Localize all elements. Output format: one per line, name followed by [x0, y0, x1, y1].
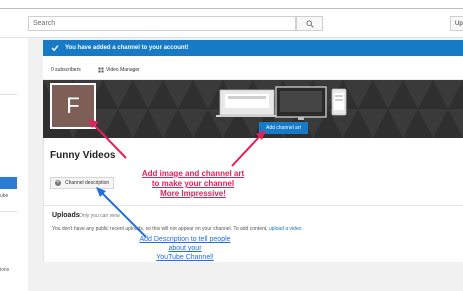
annotation-line: Add image and channel art — [141, 169, 245, 178]
sidebar-item-selected[interactable] — [0, 177, 17, 189]
top-edge-line — [0, 8, 463, 9]
annotation-description: Add Description to tell people about you… — [120, 235, 250, 262]
sidebar: ube ions — [0, 38, 17, 291]
annotation-line: about your — [168, 245, 202, 252]
subscriber-count[interactable]: 0 subscribers — [51, 67, 81, 73]
annotation-line: Add Description to tell people — [139, 236, 231, 243]
search-button[interactable] — [296, 16, 323, 31]
channel-avatar[interactable]: F — [50, 83, 96, 129]
channel-stats-bar: 0 subscribers Video Manager — [43, 56, 463, 80]
annotation-line: to make your channel — [151, 179, 235, 188]
plus-circle-icon: + — [55, 180, 61, 186]
upload-button[interactable]: Up — [450, 16, 463, 31]
annotation-line: More Impressive! — [160, 189, 226, 198]
channel-description-label: Channel description — [65, 180, 110, 186]
device-mockups — [216, 86, 347, 120]
uploads-heading: Uploads — [52, 212, 80, 219]
annotation-channel-art: Add image and channel art to make your c… — [128, 169, 258, 199]
channel-description-button[interactable]: + Channel description — [50, 177, 114, 189]
video-manager-link[interactable]: Video Manager — [106, 67, 140, 73]
banner-message: You have added a channel to your account… — [65, 45, 189, 51]
sidebar-divider — [0, 211, 17, 212]
uploads-empty-message: You don't have any public recent uploads… — [52, 226, 303, 232]
video-manager-icon — [98, 67, 104, 73]
content-footer-area — [28, 262, 463, 291]
success-banner: You have added a channel to your account… — [43, 40, 463, 56]
channel-title: Funny Videos — [50, 150, 116, 161]
check-icon — [51, 45, 59, 52]
channel-art-pattern — [43, 80, 463, 138]
search-input[interactable]: Search — [28, 16, 296, 31]
section-divider — [43, 205, 463, 206]
channel-art-placeholder[interactable] — [43, 80, 463, 138]
uploads-visibility-note: Only you can view — [79, 213, 120, 219]
uploads-message-text: You don't have any public recent uploads… — [52, 226, 269, 232]
sidebar-item-label[interactable]: ions — [0, 267, 9, 273]
sidebar-divider — [0, 94, 17, 95]
upload-video-link[interactable]: upload a video. — [269, 226, 303, 232]
search-icon — [306, 20, 314, 28]
sidebar-item-label[interactable]: ube — [0, 193, 8, 199]
annotation-line: YouTube Channel! — [156, 254, 214, 261]
add-channel-art-button[interactable]: Add channel art — [259, 122, 308, 134]
